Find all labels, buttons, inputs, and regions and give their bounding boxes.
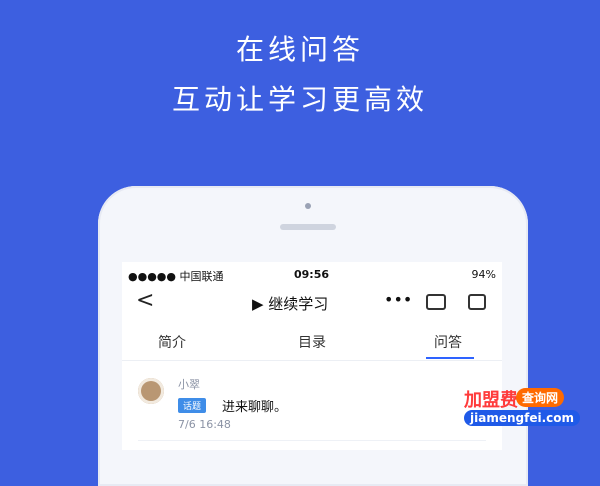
- continue-learning-title[interactable]: ▶ 继续学习: [252, 293, 328, 314]
- post-author: 小翠: [178, 378, 200, 391]
- watermark: 加盟费 查询网 jiamengfei.com: [464, 386, 592, 434]
- post-divider: [138, 440, 486, 441]
- hero-title-line-1: 在线问答: [235, 33, 364, 66]
- more-icon[interactable]: •••: [384, 290, 412, 309]
- watermark-pill: 查询网: [516, 388, 565, 407]
- back-icon[interactable]: <: [136, 288, 154, 313]
- tab-active-underline: [426, 357, 474, 359]
- carrier-text: ●●●●● 中国联通: [128, 270, 224, 283]
- tab-catalog[interactable]: 目录: [298, 332, 326, 352]
- top-nav: < ▶ 继续学习 •••: [122, 288, 502, 320]
- post-content: 进来聊聊。: [222, 400, 288, 415]
- tab-intro[interactable]: 简介: [158, 332, 186, 352]
- watermark-text: 加盟费: [464, 390, 518, 411]
- post-tag: 话题: [178, 398, 207, 413]
- tab-bar: 简介 目录 问答: [122, 324, 502, 361]
- avatar: [138, 378, 164, 404]
- watermark-domain: jiamengfei.com: [464, 410, 580, 426]
- post-datetime: 7/6 16:48: [178, 418, 231, 431]
- front-camera: [305, 203, 311, 209]
- tab-qa[interactable]: 问答: [434, 332, 462, 352]
- chat-icon[interactable]: [426, 294, 446, 310]
- app-screen: ●●●●● 中国联通 09:56 94% < ▶ 继续学习 ••• 简介 目录 …: [122, 262, 502, 450]
- speaker-grille: [280, 224, 336, 230]
- share-icon[interactable]: [468, 294, 486, 310]
- status-time: 09:56: [294, 268, 330, 281]
- status-bar: ●●●●● 中国联通 09:56 94%: [122, 262, 502, 290]
- battery-percent: 94%: [471, 268, 496, 281]
- hero-title-line-2: 互动让学习更高效: [171, 83, 428, 116]
- qa-post[interactable]: 小翠 话题 进来聊聊。 7/6 16:48: [122, 370, 502, 450]
